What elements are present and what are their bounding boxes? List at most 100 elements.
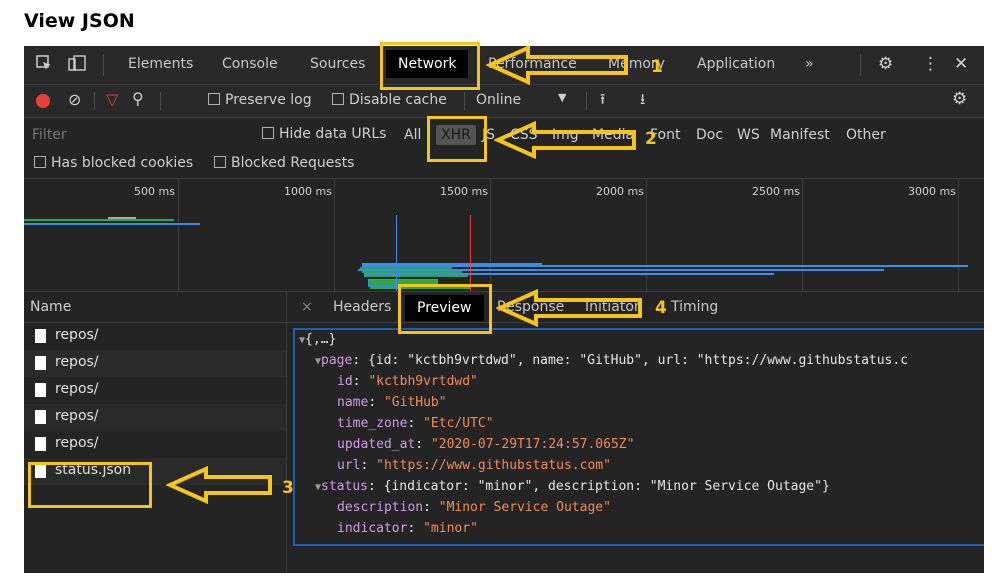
filter-other[interactable]: Other [846, 127, 886, 143]
throttling-select[interactable]: Online [476, 92, 521, 108]
search-icon[interactable]: ⚲ [132, 89, 144, 108]
has-blocked-cookies-label: Has blocked cookies [51, 155, 194, 171]
clear-icon[interactable]: ⊘ [68, 90, 81, 109]
annotation-number: 4 [655, 298, 667, 318]
timeline-bar [360, 267, 452, 269]
timeline-bar [24, 223, 200, 225]
json-key: indicator [337, 521, 408, 536]
request-list: Name repos/ repos/ repos/ repos/ repos/ … [24, 292, 287, 573]
json-key: status [321, 479, 368, 494]
more-options-icon[interactable]: ⋮ [922, 54, 939, 74]
document-icon [35, 437, 46, 451]
request-name: repos/ [55, 381, 99, 397]
filter-input[interactable] [30, 124, 244, 146]
arrow-left-icon [494, 120, 636, 160]
filter-ws[interactable]: WS [737, 127, 760, 143]
timeline-bar [362, 265, 968, 267]
tab-application[interactable]: Application [697, 56, 775, 72]
json-value: "Etc/UTC" [423, 416, 494, 431]
json-field-row: time_zone: "Etc/UTC" [337, 416, 494, 431]
json-root-row[interactable]: ▼{,…} [299, 332, 336, 347]
name-column-label: Name [30, 299, 72, 315]
record-icon[interactable] [36, 94, 50, 108]
json-value: "Minor Service Outage" [438, 500, 611, 515]
request-name: repos/ [55, 354, 99, 370]
dom-content-loaded-marker [396, 215, 397, 291]
json-field-row: id: "kctbh9vrtdwd" [337, 374, 478, 389]
timeline-bar [362, 271, 462, 273]
request-row[interactable]: repos/ [24, 431, 286, 458]
chevron-down-icon[interactable]: ▼ [558, 91, 566, 104]
json-key: page [321, 353, 353, 368]
highlight-status-json [28, 462, 152, 508]
filter-doc[interactable]: Doc [696, 127, 723, 143]
arrow-left-icon [166, 465, 272, 505]
json-preview: ▼{,…} ▼page: {id: "kctbh9vrtdwd", name: … [293, 328, 984, 546]
timeline-overview[interactable]: 500 ms 1000 ms 1500 ms 2000 ms 2500 ms 3… [24, 179, 984, 292]
tab-headers[interactable]: Headers [333, 299, 391, 315]
preserve-log-checkbox[interactable]: Preserve log [208, 92, 312, 108]
more-tabs-button[interactable]: » [805, 56, 814, 72]
tab-timing[interactable]: Timing [671, 299, 718, 315]
json-field-row: url: "https://www.githubstatus.com" [337, 458, 611, 473]
json-key: url [337, 458, 361, 473]
json-field-row: updated_at: "2020-07-29T17:24:57.065Z" [337, 437, 635, 452]
annotation-number: 3 [282, 478, 294, 498]
json-root: {,…} [305, 332, 337, 347]
inspect-element-icon[interactable] [36, 55, 52, 75]
document-icon [35, 383, 46, 397]
blocked-requests-checkbox[interactable]: Blocked Requests [214, 155, 354, 171]
request-name: repos/ [55, 327, 99, 343]
hide-data-urls-checkbox[interactable]: Hide data URLs [262, 126, 386, 142]
document-icon [35, 410, 46, 424]
document-icon [35, 356, 46, 370]
tab-elements[interactable]: Elements [128, 56, 193, 72]
json-key: name [337, 395, 369, 410]
timeline-tick: 500 ms [134, 185, 175, 198]
highlight-network-tab [380, 42, 480, 90]
json-page-row[interactable]: ▼page: {id: "kctbh9vrtdwd", name: "GitHu… [315, 353, 908, 368]
timeline-tick: 2000 ms [596, 185, 644, 198]
highlight-preview-tab [398, 284, 492, 334]
request-detail-pane: × Headers Preview Response Initiator Tim… [287, 292, 984, 573]
request-row[interactable]: repos/ [24, 404, 286, 431]
settings-gear-icon[interactable]: ⚙ [878, 54, 893, 74]
request-row[interactable]: repos/ [24, 350, 286, 377]
close-devtools-icon[interactable]: ✕ [954, 54, 968, 74]
document-icon [35, 329, 46, 343]
arrow-left-icon [486, 44, 628, 86]
export-har-icon[interactable]: ⭳ [640, 89, 645, 114]
has-blocked-cookies-checkbox[interactable]: Has blocked cookies [34, 155, 193, 171]
page-heading: View JSON [24, 10, 135, 32]
timeline-tick: 1500 ms [440, 185, 488, 198]
tab-console[interactable]: Console [222, 56, 278, 72]
filter-icon[interactable]: ▽ [106, 90, 118, 109]
request-row[interactable]: repos/ [24, 377, 286, 404]
network-settings-icon[interactable]: ⚙ [952, 89, 967, 109]
json-value: "https://www.githubstatus.com" [376, 458, 611, 473]
json-value: "minor" [423, 521, 478, 536]
json-summary: {id: "kctbh9vrtdwd", name: "GitHub", url… [368, 353, 909, 368]
filter-manifest[interactable]: Manifest [770, 127, 830, 143]
close-detail-icon[interactable]: × [301, 299, 313, 315]
name-column-header[interactable]: Name [24, 292, 286, 323]
json-key: description [337, 500, 424, 515]
json-field-row: description: "Minor Service Outage" [337, 500, 611, 515]
timeline-tick: 2500 ms [752, 185, 800, 198]
timeline-bar [364, 275, 468, 277]
filter-all[interactable]: All [404, 127, 421, 143]
highlight-xhr-filter [427, 116, 487, 162]
import-har-icon[interactable]: ⭱ [600, 89, 605, 114]
tab-sources[interactable]: Sources [310, 56, 365, 72]
network-lower-pane: Name repos/ repos/ repos/ repos/ repos/ … [24, 292, 984, 573]
annotation-number: 1 [651, 57, 663, 77]
json-key: time_zone [337, 416, 408, 431]
json-status-row[interactable]: ▼status: {indicator: "minor", descriptio… [315, 479, 830, 494]
device-toolbar-icon[interactable] [68, 55, 86, 75]
request-name: repos/ [55, 435, 99, 451]
timeline-tick: 1000 ms [284, 185, 332, 198]
request-row[interactable]: repos/ [24, 323, 286, 350]
hide-data-urls-label: Hide data URLs [279, 126, 387, 142]
json-summary: {indicator: "minor", description: "Minor… [383, 479, 830, 494]
disable-cache-checkbox[interactable]: Disable cache [332, 92, 447, 108]
